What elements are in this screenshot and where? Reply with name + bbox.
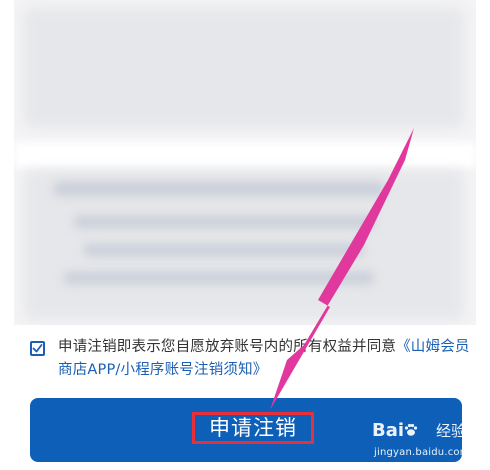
blurred-divider (14, 142, 476, 168)
agreement-row: 申请注销即表示您自愿放弃账号内的所有权益并同意《山姆会员商店APP/小程序账号注… (30, 336, 470, 382)
watermark-logo-text: Bai (372, 420, 405, 441)
watermark-suffix: 经验 (436, 422, 467, 440)
blurred-text-line (84, 244, 364, 256)
account-cancellation-screen: 申请注销即表示您自愿放弃账号内的所有权益并同意《山姆会员商店APP/小程序账号注… (0, 0, 490, 470)
agreement-text-prefix: 申请注销即表示您自愿放弃账号内的所有权益并同意 (58, 339, 397, 355)
blurred-text-line (54, 182, 384, 196)
agreement-checkbox[interactable] (30, 341, 45, 356)
blurred-content-card (14, 0, 476, 325)
paw-icon (404, 423, 418, 436)
blurred-text-line (74, 216, 374, 228)
watermark-url: jingyan.baidu.com (374, 447, 470, 458)
agreement-text: 申请注销即表示您自愿放弃账号内的所有权益并同意《山姆会员商店APP/小程序账号注… (58, 336, 470, 382)
check-icon (32, 344, 43, 353)
blurred-text-line (64, 272, 374, 284)
blurred-region (24, 8, 464, 128)
apply-cancellation-label: 申请注销 (209, 416, 297, 440)
watermark-logo: Bai (372, 420, 418, 442)
highlight-box: 申请注销 (192, 412, 314, 444)
baidu-watermark: Bai 经验 jingyan.baidu.com (372, 420, 486, 466)
